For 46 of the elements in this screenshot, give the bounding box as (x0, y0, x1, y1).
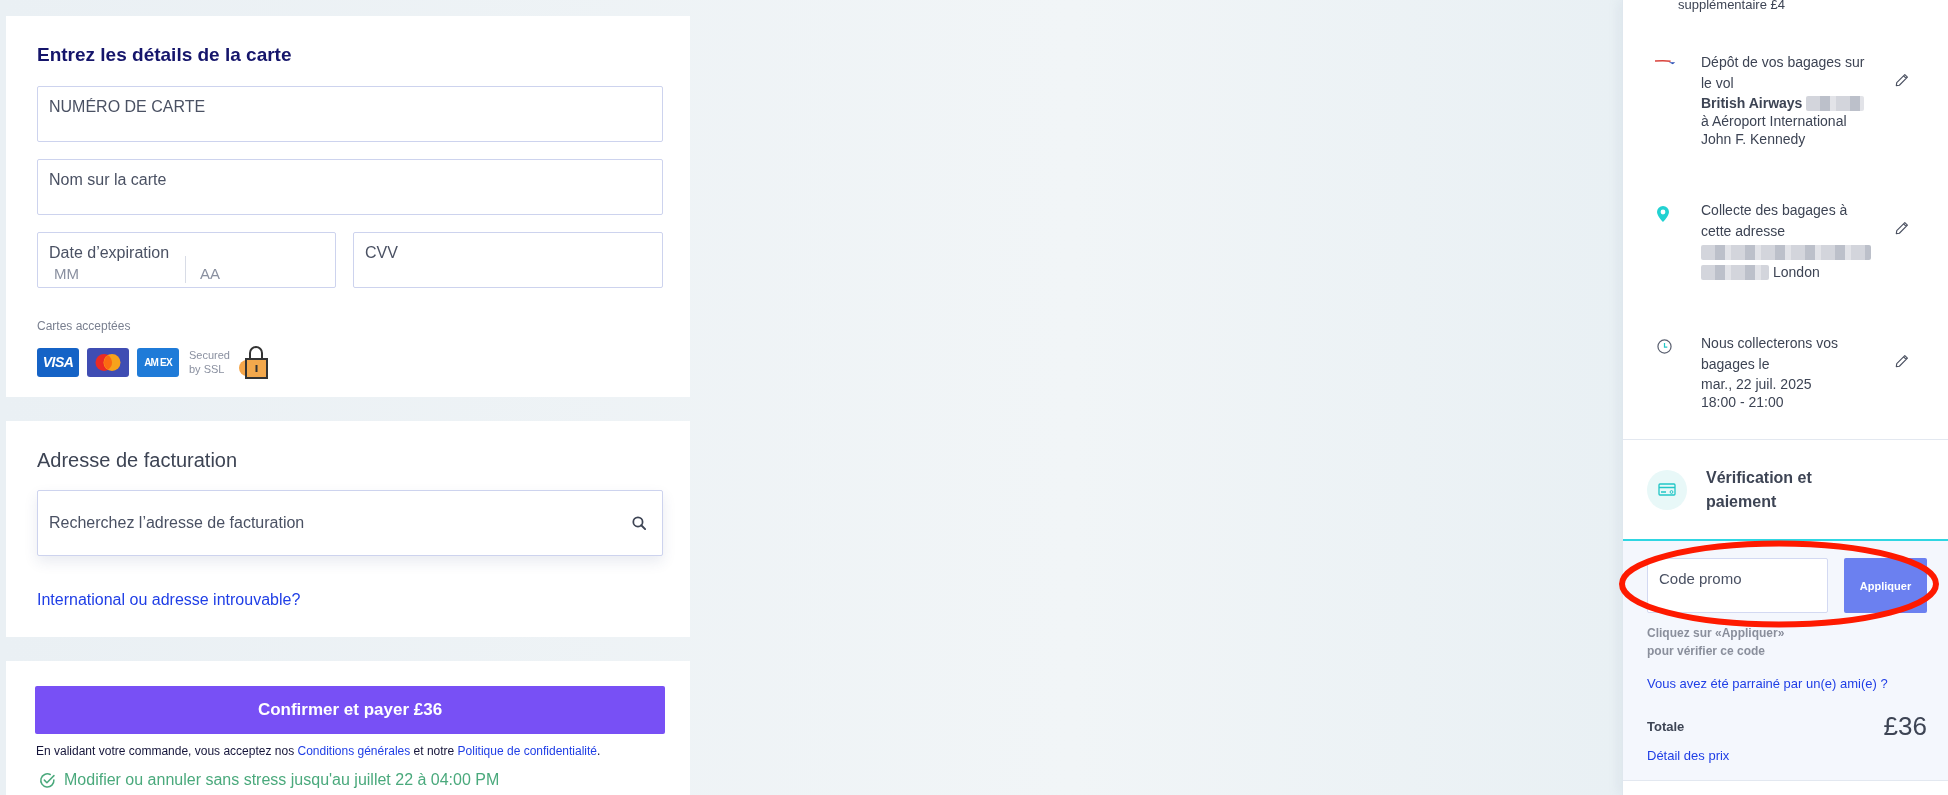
price-details-link[interactable]: Détail des prix (1647, 748, 1730, 764)
card-details-title: Entrez les détails de la carte (37, 43, 292, 67)
pencil-icon[interactable] (1895, 221, 1909, 235)
name-on-card-field[interactable]: Nom sur la carte (37, 159, 663, 215)
month-input[interactable]: MM (49, 263, 185, 283)
confirm-pay-button[interactable]: Confirmer et payer £36 (35, 686, 665, 734)
terms-notice: En validant votre commande, vous acceptez nos Conditions générales et notre Politique de confidentialité. (36, 744, 601, 758)
expiry-date-field[interactable]: Date d’expiration MM AA (37, 232, 336, 288)
detail-text: British Airways (1701, 94, 1803, 112)
privacy-policy-link[interactable]: Politique de confidentialité (457, 744, 598, 758)
detail-text: à Aéroport International John F. Kennedy (1701, 112, 1848, 148)
clock-icon (1657, 339, 1672, 354)
card-number-field[interactable]: NUMÉRO DE CARTE (37, 86, 663, 142)
conditions-link[interactable]: Conditions générales (297, 744, 411, 758)
card-icon (1647, 469, 1687, 510)
pencil-icon[interactable] (1895, 73, 1909, 87)
detail-text: 18:00 - 21:00 (1701, 393, 1784, 411)
billing-address-search-field[interactable]: Recherchez l’adresse de facturation (37, 490, 663, 556)
total-label: Totale (1647, 718, 1685, 734)
expiry-label: Date d’expiration (49, 243, 170, 263)
total-amount: £36 (1883, 711, 1927, 741)
billing-address-title: Adresse de facturation (37, 448, 238, 472)
year-input[interactable]: AA (185, 256, 321, 283)
amex-logo: AM EX (137, 347, 179, 377)
free-cancellation-text: Modifier ou annuler sans stress jusqu'au juillet 22 à 04:00 PM (64, 770, 500, 790)
search-icon[interactable] (632, 516, 646, 530)
promo-code-field[interactable]: Code promo (1647, 558, 1828, 613)
padlock-icon (239, 344, 269, 380)
pencil-icon[interactable] (1895, 354, 1909, 368)
payment-step-title: Vérification et paiement (1706, 467, 1813, 512)
circles-logo-icon (87, 347, 129, 377)
location-pin-icon (1657, 206, 1669, 222)
ssl-text: Secured by SSL (189, 348, 231, 376)
swoosh-icon (1655, 59, 1677, 65)
surcharge-text: supplémentaire £4 (1678, 0, 1785, 11)
referral-link[interactable]: Vous avez été parrainé par un(e) ami(e) ? (1647, 676, 1888, 692)
promo-hint: Cliquez sur «Appliquer» pour vérifier ce code (1647, 625, 1786, 660)
detail-text: mar., 22 juil. 2025 (1701, 375, 1812, 393)
visa-logo: VISA (37, 347, 79, 377)
summary-item-title: Collecte des bagages à cette adresse (1701, 201, 1849, 241)
accepted-cards-label: Cartes acceptées (37, 319, 131, 333)
detail-text: London (1773, 263, 1820, 281)
summary-item-title: Dépôt de vos bagages sur le vol (1701, 53, 1866, 93)
cvv-field[interactable]: CVV (353, 232, 663, 288)
check-circle-icon (39, 771, 56, 789)
address-not-found-link[interactable]: International ou adresse introuvable? (37, 590, 301, 610)
